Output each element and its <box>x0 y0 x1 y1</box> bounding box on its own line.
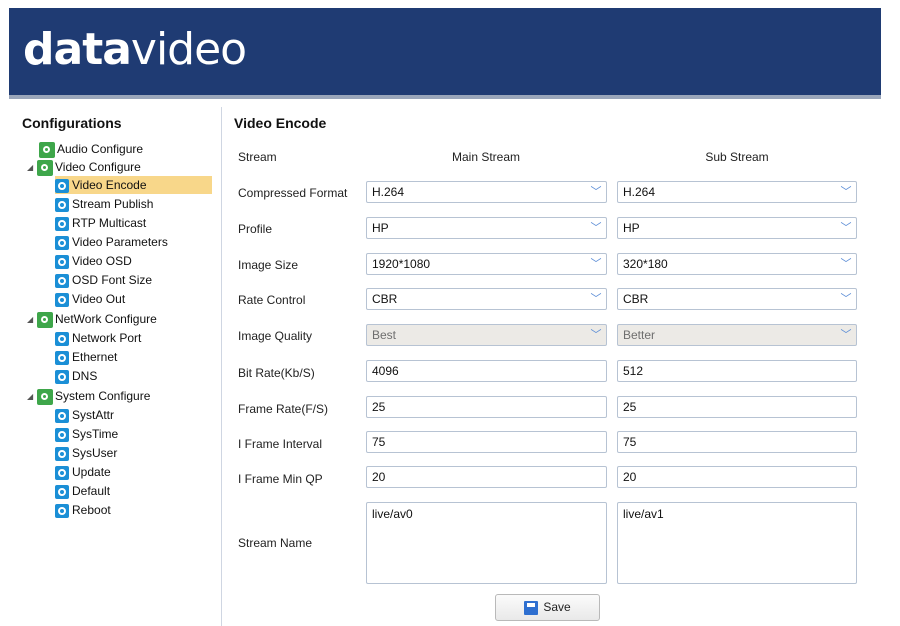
settings-icon <box>55 369 69 384</box>
column-label-stream: Stream <box>238 150 277 164</box>
sidebar-item-video-parameters[interactable]: Video Parameters <box>55 233 168 251</box>
settings-icon <box>55 273 69 288</box>
save-button[interactable]: Save <box>495 594 600 621</box>
label-rate-control: Rate Control <box>238 293 306 307</box>
sub-frame-rate-input[interactable]: 25 <box>617 396 857 418</box>
sidebar-item-stream-publish[interactable]: Stream Publish <box>55 195 153 213</box>
main-frame-rate-input[interactable]: 25 <box>366 396 607 418</box>
label-profile: Profile <box>238 222 273 236</box>
main-i-frame-interval-input[interactable]: 75 <box>366 431 607 453</box>
sidebar-item-video-encode[interactable]: Video Encode <box>55 176 212 194</box>
main-compressed-format-select[interactable]: H.264 ﹀ <box>366 181 607 203</box>
sub-i-frame-min-qp-input[interactable]: 20 <box>617 466 857 488</box>
chevron-down-icon[interactable]: ﹀ <box>836 218 856 238</box>
sub-image-quality-select: Better ﹀ <box>617 324 857 346</box>
sidebar-item-rtp-multicast[interactable]: RTP Multicast <box>55 214 146 232</box>
sub-stream-name-textarea[interactable]: live/av1 <box>617 502 857 584</box>
page-title: Video Encode <box>234 115 327 131</box>
sidebar-item-systattr[interactable]: SystAttr <box>55 406 114 424</box>
sidebar-item-ethernet[interactable]: Ethernet <box>55 348 117 366</box>
settings-icon <box>55 465 69 480</box>
label-image-quality: Image Quality <box>238 329 313 343</box>
sidebar-item-network-configure[interactable]: ◢ NetWork Configure <box>27 310 157 328</box>
config-group-icon <box>37 159 53 176</box>
chevron-down-icon[interactable]: ﹀ <box>836 254 856 274</box>
label-stream-name: Stream Name <box>238 536 313 550</box>
column-header-main-stream: Main Stream <box>451 150 521 164</box>
sidebar-item-video-out[interactable]: Video Out <box>55 290 125 308</box>
main-image-quality-select: Best ﹀ <box>366 324 607 346</box>
settings-icon <box>55 446 69 461</box>
app-header: datavideo <box>9 8 881 95</box>
settings-icon <box>55 503 69 518</box>
sidebar-item-system-configure[interactable]: ◢ System Configure <box>27 387 150 405</box>
floppy-disk-icon <box>524 600 539 615</box>
chevron-down-icon: ﹀ <box>590 329 602 341</box>
label-i-frame-interval: I Frame Interval <box>238 437 323 451</box>
sub-i-frame-interval-input[interactable]: 75 <box>617 431 857 453</box>
main-image-size-select[interactable]: 1920*1080 ﹀ <box>366 253 607 275</box>
sub-image-size-select[interactable]: 320*180 ﹀ <box>617 253 857 275</box>
label-image-size: Image Size <box>238 258 299 272</box>
main-rate-control-select[interactable]: CBR ﹀ <box>366 288 607 310</box>
chevron-down-icon[interactable]: ﹀ <box>586 254 606 274</box>
datavideo-logo: datavideo <box>23 24 247 75</box>
main-i-frame-min-qp-input[interactable]: 20 <box>366 466 607 488</box>
sidebar-item-video-configure[interactable]: ◢ Video Configure <box>27 158 141 176</box>
chevron-down-icon[interactable]: ﹀ <box>836 182 856 202</box>
label-compressed-format: Compressed Format <box>238 186 348 200</box>
config-group-icon <box>39 141 55 158</box>
settings-icon <box>55 408 69 423</box>
config-group-icon <box>37 311 53 328</box>
column-header-sub-stream: Sub Stream <box>705 150 769 164</box>
settings-icon <box>55 254 69 269</box>
sidebar-item-audio-configure[interactable]: Audio Configure <box>39 140 143 158</box>
expand-triangle-icon[interactable]: ◢ <box>27 388 37 406</box>
sidebar-item-osd-font-size[interactable]: OSD Font Size <box>55 271 152 289</box>
header-divider <box>9 95 881 99</box>
expand-triangle-icon[interactable]: ◢ <box>27 159 37 177</box>
chevron-down-icon[interactable]: ﹀ <box>586 218 606 238</box>
settings-icon <box>55 484 69 499</box>
main-bit-rate-input[interactable]: 4096 <box>366 360 607 382</box>
sidebar-item-video-osd[interactable]: Video OSD <box>55 252 132 270</box>
settings-icon <box>55 197 69 212</box>
settings-icon <box>55 350 69 365</box>
sidebar-title: Configurations <box>22 115 122 131</box>
expand-triangle-icon[interactable]: ◢ <box>27 311 37 329</box>
chevron-down-icon[interactable]: ﹀ <box>836 289 856 309</box>
sub-bit-rate-input[interactable]: 512 <box>617 360 857 382</box>
sidebar-item-reboot[interactable]: Reboot <box>55 501 111 519</box>
config-group-icon <box>37 388 53 405</box>
sub-rate-control-select[interactable]: CBR ﹀ <box>617 288 857 310</box>
sidebar-item-sysuser[interactable]: SysUser <box>55 444 117 462</box>
main-profile-select[interactable]: HP ﹀ <box>366 217 607 239</box>
settings-icon <box>55 216 69 231</box>
sub-compressed-format-select[interactable]: H.264 ﹀ <box>617 181 857 203</box>
label-bit-rate: Bit Rate(Kb/S) <box>238 366 315 380</box>
settings-icon <box>55 427 69 442</box>
label-i-frame-min-qp: I Frame Min QP <box>238 472 323 486</box>
settings-icon <box>55 331 69 346</box>
sidebar-item-default[interactable]: Default <box>55 482 110 500</box>
sidebar-item-dns[interactable]: DNS <box>55 367 97 385</box>
chevron-down-icon[interactable]: ﹀ <box>586 289 606 309</box>
sidebar-item-network-port[interactable]: Network Port <box>55 329 141 347</box>
main-stream-name-textarea[interactable]: live/av0 <box>366 502 607 584</box>
settings-icon <box>55 292 69 307</box>
sub-profile-select[interactable]: HP ﹀ <box>617 217 857 239</box>
settings-icon <box>55 178 69 193</box>
sidebar: Configurations Audio Configure ◢ Video Co… <box>9 107 222 626</box>
chevron-down-icon[interactable]: ﹀ <box>586 182 606 202</box>
sidebar-item-systime[interactable]: SysTime <box>55 425 118 443</box>
label-frame-rate: Frame Rate(F/S) <box>238 402 329 416</box>
chevron-down-icon: ﹀ <box>840 329 852 341</box>
sidebar-item-update[interactable]: Update <box>55 463 111 481</box>
settings-icon <box>55 235 69 250</box>
